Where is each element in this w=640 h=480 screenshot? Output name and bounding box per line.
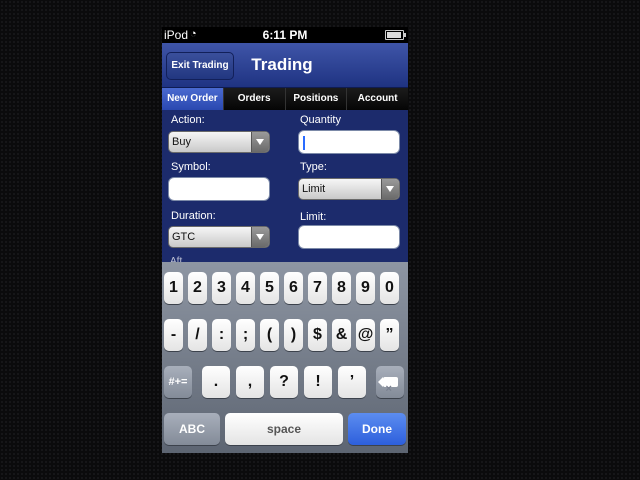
key-exclamation[interactable]: ! [304, 366, 332, 398]
limit-input[interactable] [298, 225, 400, 249]
key-8[interactable]: 8 [332, 272, 351, 304]
key-0[interactable]: 0 [380, 272, 399, 304]
limit-label: Limit: [300, 211, 327, 223]
done-key[interactable]: Done [348, 413, 406, 445]
tab-orders[interactable]: Orders [224, 88, 286, 110]
key-question[interactable]: ? [270, 366, 298, 398]
numeric-keyboard: 1 2 3 4 5 6 7 8 9 0 - / : ; ( ) $ & @ ” … [162, 262, 408, 453]
quantity-input[interactable] [298, 130, 400, 154]
chevron-down-icon [251, 132, 269, 152]
new-order-form: Action: Buy Quantity Symbol: Type: Limit… [162, 110, 408, 267]
symbols-toggle-key[interactable]: #+= [164, 366, 192, 398]
chevron-down-icon [381, 179, 399, 199]
key-comma[interactable]: , [236, 366, 264, 398]
delete-icon [377, 373, 398, 405]
space-key[interactable]: space [225, 413, 343, 445]
key-6[interactable]: 6 [284, 272, 303, 304]
key-at[interactable]: @ [356, 319, 375, 351]
key-close-paren[interactable]: ) [284, 319, 303, 351]
key-7[interactable]: 7 [308, 272, 327, 304]
action-label: Action: [171, 114, 205, 126]
tab-new-order[interactable]: New Order [162, 88, 224, 110]
symbol-input[interactable] [168, 177, 270, 201]
status-bar: iPod ◔ 6:11 PM [162, 27, 408, 43]
key-9[interactable]: 9 [356, 272, 375, 304]
key-1[interactable]: 1 [164, 272, 183, 304]
key-5[interactable]: 5 [260, 272, 279, 304]
battery-icon [385, 30, 406, 40]
text-cursor [303, 136, 305, 150]
phone-screen: iPod ◔ 6:11 PM Exit Trading Trading New … [162, 27, 408, 453]
action-value: Buy [172, 136, 191, 148]
key-ampersand[interactable]: & [332, 319, 351, 351]
tab-bar: New Order Orders Positions Account [162, 88, 408, 110]
key-apostrophe[interactable]: ’ [338, 366, 366, 398]
key-2[interactable]: 2 [188, 272, 207, 304]
tab-positions[interactable]: Positions [286, 88, 348, 110]
key-semicolon[interactable]: ; [236, 319, 255, 351]
exit-trading-button[interactable]: Exit Trading [166, 52, 234, 80]
duration-select[interactable]: GTC [168, 226, 270, 248]
action-select[interactable]: Buy [168, 131, 270, 153]
key-colon[interactable]: : [212, 319, 231, 351]
key-period[interactable]: . [202, 366, 230, 398]
type-label: Type: [300, 161, 327, 173]
navigation-bar: Exit Trading Trading [162, 43, 408, 88]
key-open-paren[interactable]: ( [260, 319, 279, 351]
chevron-down-icon [251, 227, 269, 247]
abc-key[interactable]: ABC [164, 413, 220, 445]
symbol-label: Symbol: [171, 161, 211, 173]
key-minus[interactable]: - [164, 319, 183, 351]
delete-key[interactable] [376, 366, 404, 405]
quantity-label: Quantity [300, 114, 341, 126]
key-quote[interactable]: ” [380, 319, 399, 351]
page-title: Trading [251, 55, 313, 74]
key-slash[interactable]: / [188, 319, 207, 351]
clock: 6:11 PM [262, 28, 308, 42]
tab-account[interactable]: Account [347, 88, 408, 110]
type-value: Limit [302, 183, 326, 195]
key-dollar[interactable]: $ [308, 319, 327, 351]
duration-value: GTC [172, 231, 196, 243]
type-select[interactable]: Limit [298, 178, 400, 200]
key-4[interactable]: 4 [236, 272, 255, 304]
key-3[interactable]: 3 [212, 272, 231, 304]
duration-label: Duration: [171, 210, 216, 222]
